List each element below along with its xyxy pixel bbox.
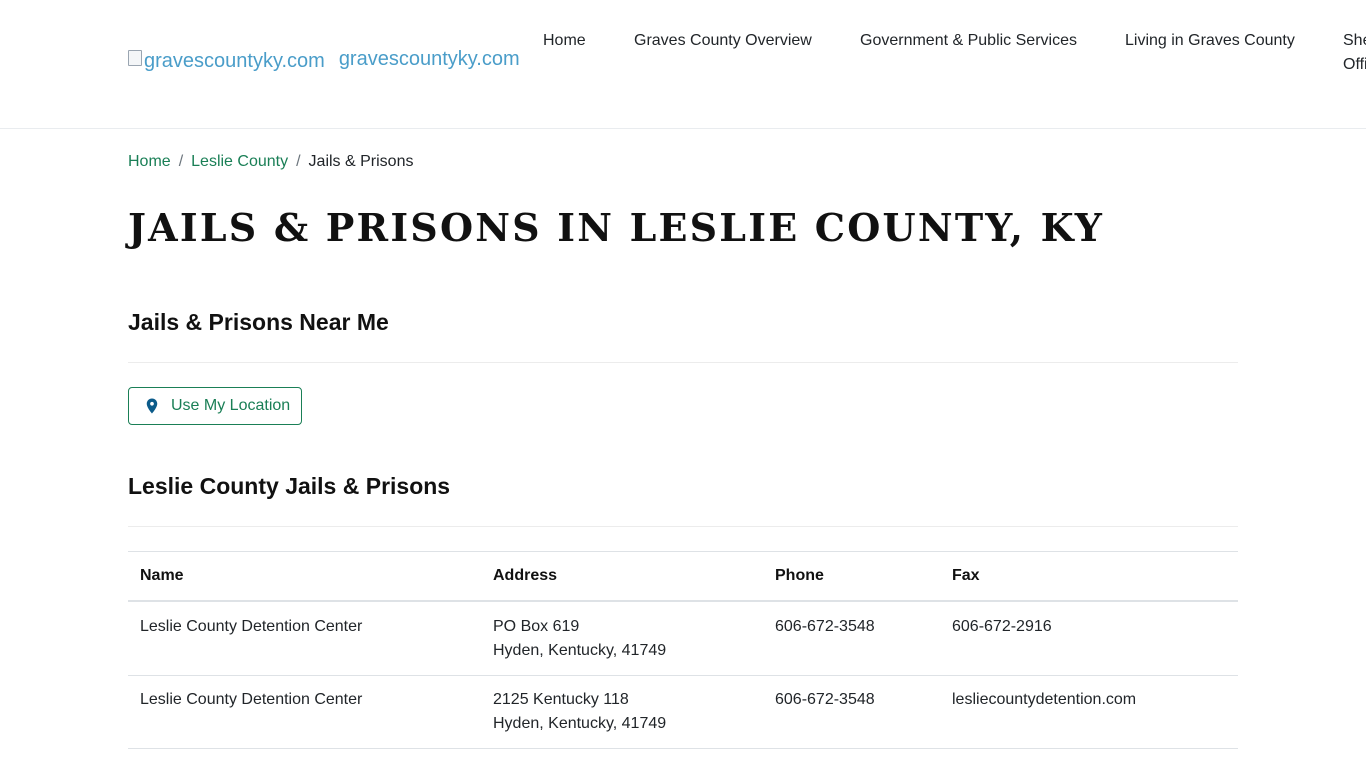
facility-name: Leslie County Detention Center	[128, 600, 481, 676]
facility-address: PO Box 619 Hyden, Kentucky, 41749	[481, 600, 763, 676]
facility-phone: 606-672-3548	[763, 675, 940, 749]
breadcrumb-separator: /	[296, 153, 301, 170]
table-header-row: Name Address Phone Fax	[128, 551, 1238, 602]
site-name: gravescountyky.com	[338, 48, 520, 70]
address-line: Hyden, Kentucky, 41749	[493, 714, 667, 732]
section-divider	[128, 526, 1238, 527]
jails-table: Name Address Phone Fax Leslie County Det…	[128, 551, 1238, 749]
facility-name: Leslie County Detention Center	[128, 675, 481, 749]
site-logo: gravescountyky.com	[128, 49, 325, 73]
column-header-phone: Phone	[763, 551, 940, 602]
facility-fax: lesliecountydetention.com	[940, 675, 1238, 749]
use-my-location-button[interactable]: Use My Location	[128, 387, 302, 425]
near-me-heading: Jails & Prisons Near Me	[128, 309, 389, 335]
logo-alt-text: gravescountyky.com	[144, 50, 325, 72]
facility-address: 2125 Kentucky 118 Hyden, Kentucky, 41749	[481, 675, 763, 749]
nav-home[interactable]: Home	[543, 29, 586, 53]
breadcrumb-home[interactable]: Home	[128, 153, 171, 171]
table-row: Leslie County Detention Center 2125 Kent…	[128, 675, 1238, 749]
facility-fax: 606-672-2916	[940, 600, 1238, 676]
nav-government-public-services[interactable]: Government & Public Services	[860, 29, 1077, 53]
breadcrumb-separator: /	[178, 153, 184, 170]
use-my-location-label: Use My Location	[171, 397, 291, 414]
column-header-fax: Fax	[940, 551, 1238, 602]
table-row: Leslie County Detention Center PO Box 61…	[128, 600, 1238, 676]
column-header-address: Address	[481, 551, 763, 602]
nav-sheriffs-office[interactable]: Sheriff's Office	[1343, 29, 1366, 77]
breadcrumb: Home / Leslie County / Jails & Prisons	[128, 153, 413, 171]
address-line: Hyden, Kentucky, 41749	[493, 641, 667, 659]
brand-link[interactable]: gravescountyky.com gravescountyky.com	[128, 48, 520, 73]
address-line: PO Box 619	[493, 617, 580, 635]
column-header-name: Name	[128, 551, 481, 602]
broken-image-icon	[128, 49, 142, 66]
section-divider	[128, 362, 1238, 363]
facility-phone: 606-672-3548	[763, 600, 940, 676]
listing-heading: Leslie County Jails & Prisons	[128, 473, 451, 499]
nav-living-in-graves-county[interactable]: Living in Graves County	[1125, 29, 1295, 53]
site-header: gravescountyky.com gravescountyky.com Ho…	[0, 0, 1366, 129]
page-title: JAILS & PRISONS IN LESLIE COUNTY, KY	[128, 205, 1105, 250]
breadcrumb-leslie-county[interactable]: Leslie County	[191, 153, 288, 171]
map-pin-icon	[146, 398, 158, 414]
address-line: 2125 Kentucky 118	[493, 690, 629, 708]
nav-graves-county-overview[interactable]: Graves County Overview	[634, 29, 812, 53]
breadcrumb-current: Jails & Prisons	[308, 153, 414, 170]
